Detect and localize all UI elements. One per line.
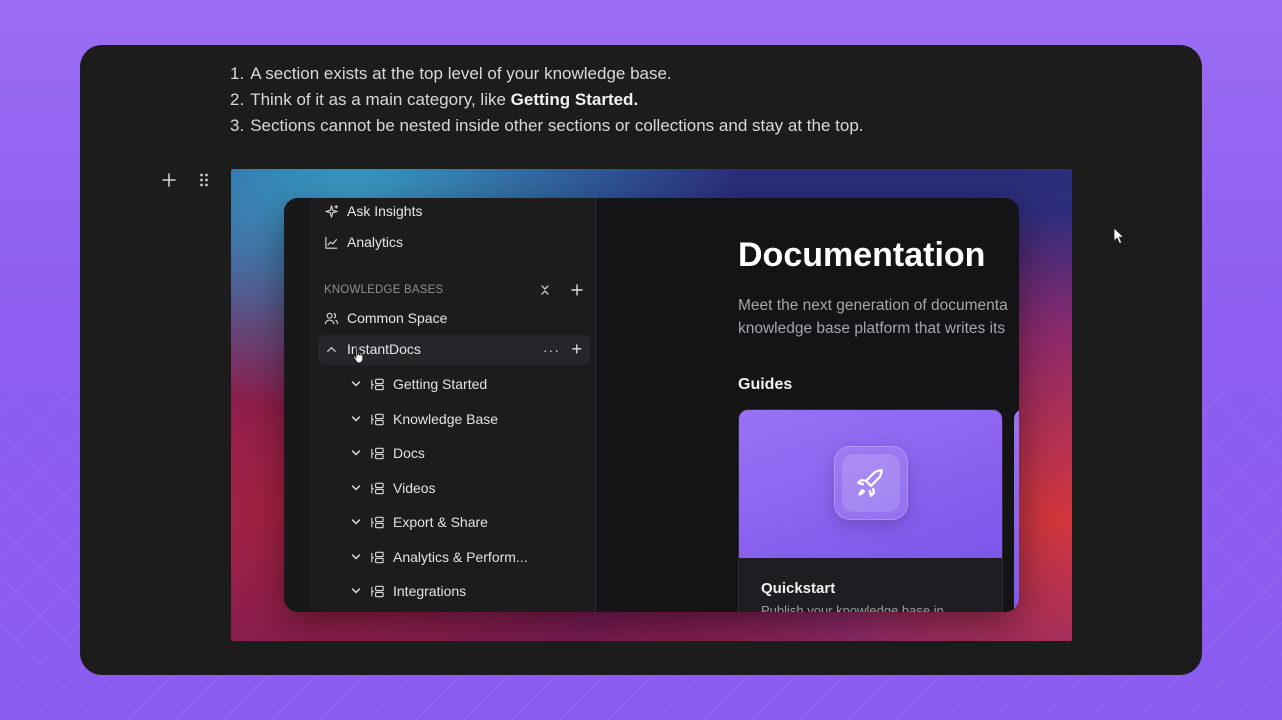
section-icon [371,516,384,528]
chevron-down-icon [351,519,361,525]
chevron-down-icon [351,588,361,594]
section-integrations[interactable]: Integrations [350,583,466,599]
card-description: Publish your knowledge base in [761,603,944,612]
guide-card-quickstart[interactable]: Quickstart Publish your knowledge base i… [738,409,1003,612]
kb-common-space[interactable]: Common Space [324,310,447,326]
rocket-icon [857,469,883,497]
card-icon-tile [834,446,908,520]
section-icon [371,413,384,425]
chevron-down-icon [351,450,361,456]
section-analytics-performance[interactable]: Analytics & Perform... [350,549,528,565]
section-knowledge-base[interactable]: Knowledge Base [350,411,498,427]
users-icon [324,312,339,324]
section-docs[interactable]: Docs [350,445,425,461]
add-knowledge-base-icon[interactable] [570,283,584,297]
drag-handle-icon[interactable] [194,170,214,190]
chart-line-icon [325,236,338,249]
chevron-down-icon [351,554,361,560]
card-hero [739,410,1002,558]
knowledge-bases-header: KNOWLEDGE BASES [324,280,584,300]
section-videos[interactable]: Videos [350,480,436,496]
section-getting-started[interactable]: Getting Started [350,376,487,392]
nav-analytics[interactable]: Analytics [324,234,403,250]
card-title: Quickstart [761,580,836,597]
page-title: Documentation [738,236,986,274]
collapse-all-icon[interactable] [538,283,552,297]
add-section-icon[interactable]: + [571,339,582,360]
section-export-share[interactable]: Export & Share [350,514,488,530]
left-rail [284,198,310,612]
add-block-plus-icon[interactable] [159,170,179,190]
app-window: Ask Insights Analytics KNOWLEDGE BASES C… [284,198,1019,612]
sidebar: Ask Insights Analytics KNOWLEDGE BASES C… [310,198,596,612]
section-icon [371,551,384,563]
sparkles-icon [325,204,339,218]
step-2: 2. Think of it as a main category, like G… [230,90,639,109]
hand-pointer-icon [353,347,364,364]
guide-card-next[interactable] [1014,409,1019,612]
step-1: 1. A section exists at the top level of y… [230,64,672,83]
section-icon [371,378,384,390]
content-area: Documentation Meet the next generation o… [596,198,1019,612]
chevron-down-icon [351,485,361,491]
chevron-down-icon [351,416,361,422]
section-icon [371,585,384,597]
chevron-down-icon [351,381,361,387]
chevron-icon [327,346,336,352]
kb-instantdocs[interactable]: InstantDocs [324,341,421,357]
embedded-screenshot: Ask Insights Analytics KNOWLEDGE BASES C… [231,169,1072,641]
steps-list: 1. A section exists at the top level of y… [230,61,864,139]
section-icon [371,482,384,494]
nav-ask-insights[interactable]: Ask Insights [324,203,422,219]
mouse-cursor-icon [1113,227,1125,245]
section-icon [371,447,384,459]
editor-window: 1. A section exists at the top level of y… [80,45,1202,675]
step-3: 3. Sections cannot be nested inside other… [230,116,864,135]
guides-heading: Guides [738,376,793,393]
page-subtitle: Meet the next generation of documenta kn… [738,297,1008,337]
more-options-icon[interactable]: ··· [543,342,560,358]
